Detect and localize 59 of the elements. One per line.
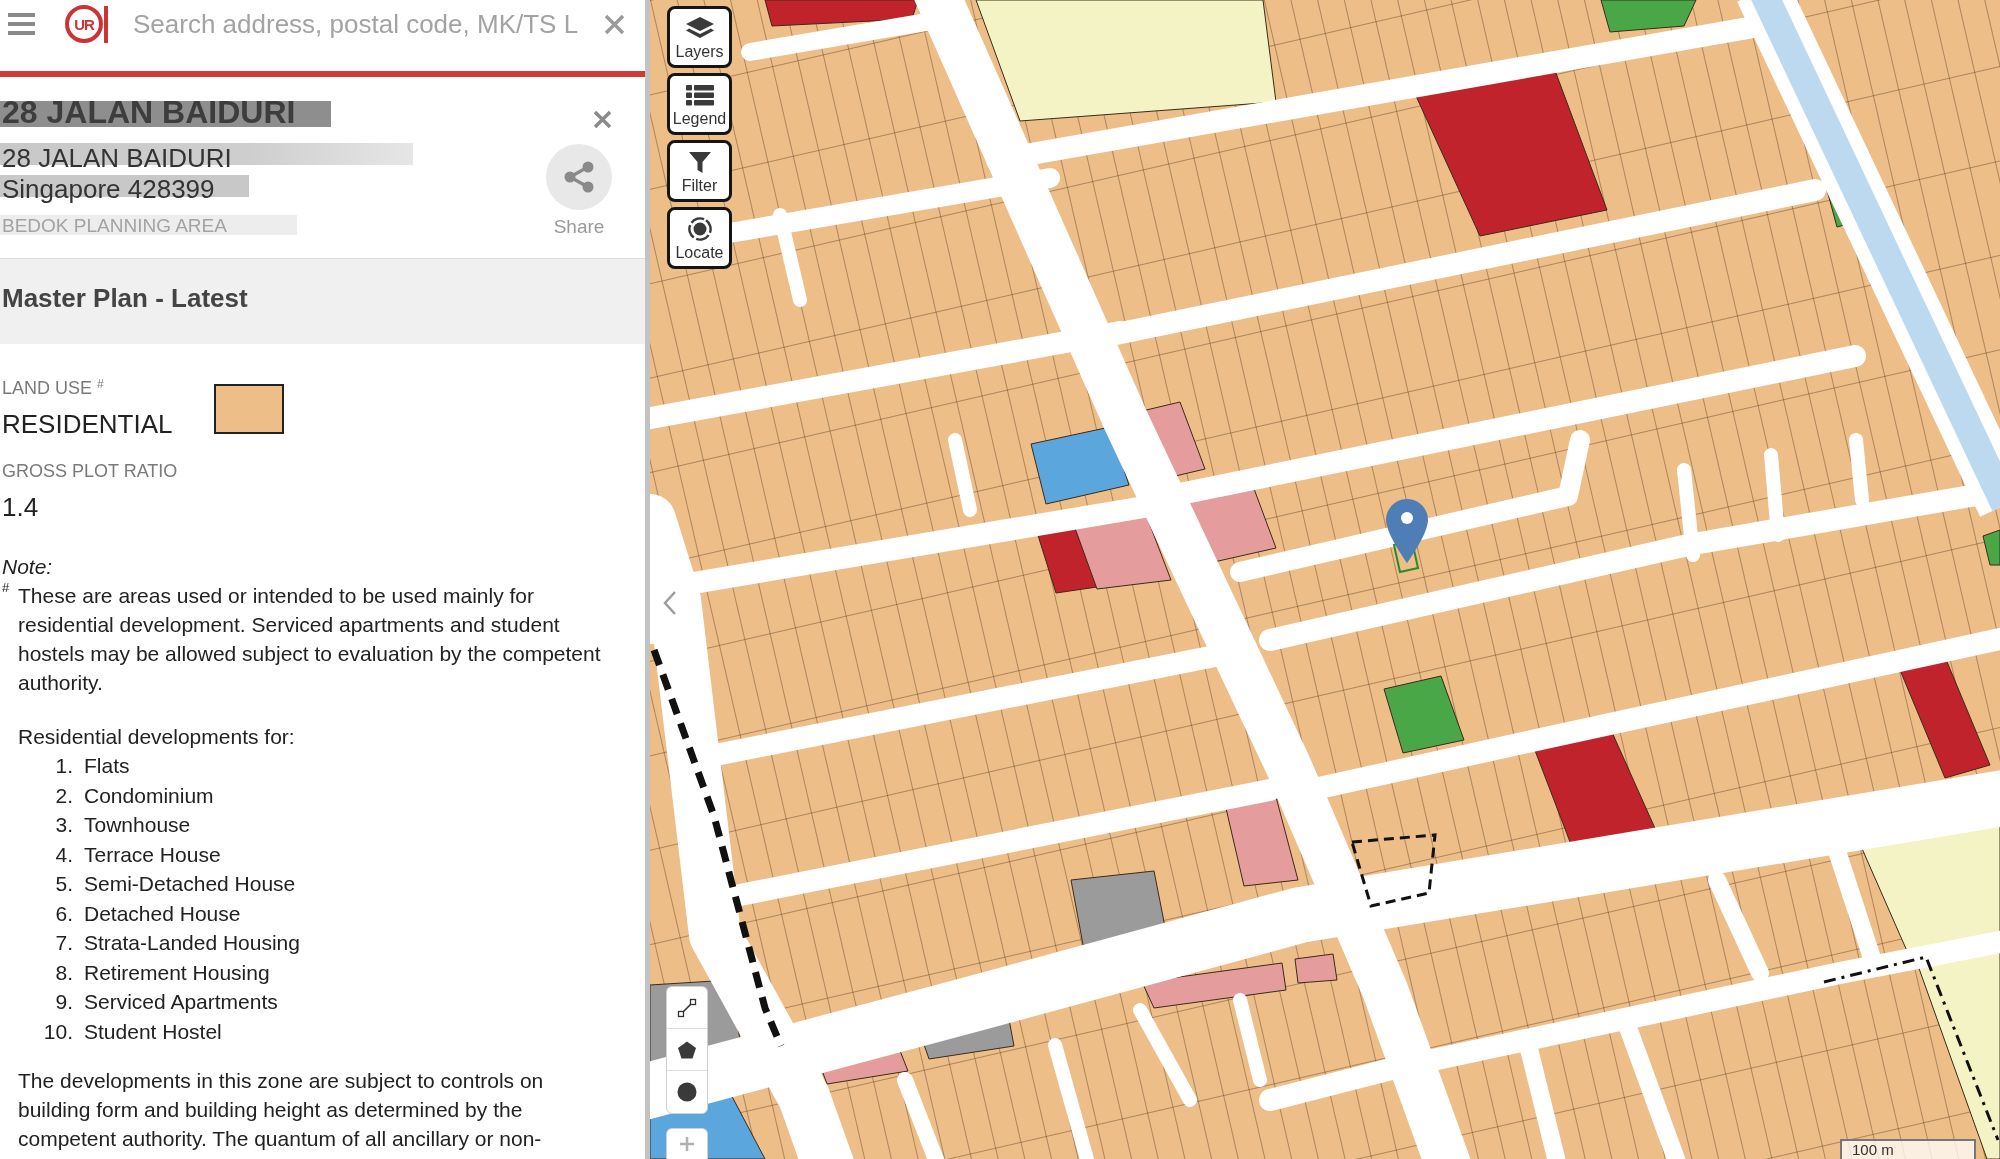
layers-icon xyxy=(684,16,715,40)
list-number: 8. xyxy=(55,960,73,984)
list-number: 6. xyxy=(55,901,73,925)
pentagon-icon xyxy=(677,1039,697,1060)
note-heading: Note: xyxy=(2,554,54,580)
clear-search-button[interactable] xyxy=(604,13,625,35)
list-item-text: Flats xyxy=(84,753,130,779)
list-number: 5. xyxy=(55,872,73,896)
circle-icon xyxy=(677,1082,697,1102)
target-icon xyxy=(687,217,712,241)
list-item-text: Retirement Housing xyxy=(84,959,270,985)
menu-icon xyxy=(8,13,35,35)
list-number: 9. xyxy=(55,990,73,1014)
list-icon xyxy=(684,83,715,107)
share-label: Share xyxy=(553,216,605,238)
list-number: 10. xyxy=(43,1019,73,1043)
locate-button[interactable]: Locate xyxy=(667,207,732,269)
close-button[interactable] xyxy=(593,110,612,129)
layers-button[interactable]: Layers xyxy=(667,6,732,68)
list-item-text: Terrace House xyxy=(84,841,221,867)
list-number: 4. xyxy=(55,842,73,866)
field-label: GROSS PLOT RATIO xyxy=(2,460,178,482)
share-icon xyxy=(562,160,596,194)
land-parcel xyxy=(1294,953,1338,984)
search-field[interactable]: Search address, postal code, MK/TS L xyxy=(133,4,593,44)
map-pin-icon[interactable] xyxy=(1386,499,1428,563)
field-value: 1.4 xyxy=(2,492,39,522)
list-item-text: Townhouse xyxy=(84,812,191,838)
line-segment-icon xyxy=(677,997,697,1018)
close-icon xyxy=(593,110,612,129)
list-item-text: Condominium xyxy=(84,782,214,808)
closing-text: The developments in this zone are subject to controls on building form and building height as determined by the competent authority. The quantum of all ancillary or non- xyxy=(18,1068,545,1152)
close-icon xyxy=(604,13,625,35)
footnote-mark: # xyxy=(2,581,11,595)
list-intro: Residential developments for: xyxy=(18,724,296,750)
list-number: 3. xyxy=(55,813,73,837)
list-item-text: Strata-Landed Housing xyxy=(84,930,300,956)
menu-button[interactable] xyxy=(8,13,35,35)
land-parcel xyxy=(1982,529,2000,566)
section-title: Master Plan - Latest xyxy=(2,283,248,313)
list-item-text: Semi-Detached House xyxy=(84,871,296,897)
logo: UR xyxy=(65,5,108,43)
plus-icon xyxy=(679,1136,695,1152)
note-text: These are areas used or intended to be used mainly for residential development. Serviced apartments and student hostels may be allowed subject to evaluation by the competent authority. xyxy=(18,583,602,696)
list-item-text: Serviced Apartments xyxy=(84,989,278,1015)
list-number: 1. xyxy=(55,754,73,778)
list-number: 7. xyxy=(55,931,73,955)
chevron-left-icon xyxy=(662,590,677,616)
scale-bar: 100 m xyxy=(1840,1139,1976,1159)
funnel-icon xyxy=(687,150,712,174)
zoom-in-button[interactable] xyxy=(666,1128,708,1159)
field-value: RESIDENTIAL xyxy=(2,409,173,439)
list-item-text: Detached House xyxy=(84,900,241,926)
list-number: 2. xyxy=(55,783,73,807)
planning-area: BEDOK PLANNING AREA xyxy=(0,215,297,237)
field-label: LAND USE $^{#}$ xyxy=(2,377,104,399)
list-item-text: Student Hostel xyxy=(84,1018,222,1044)
filter-button[interactable]: Filter xyxy=(667,140,732,202)
legend-button[interactable]: Legend xyxy=(667,73,732,135)
